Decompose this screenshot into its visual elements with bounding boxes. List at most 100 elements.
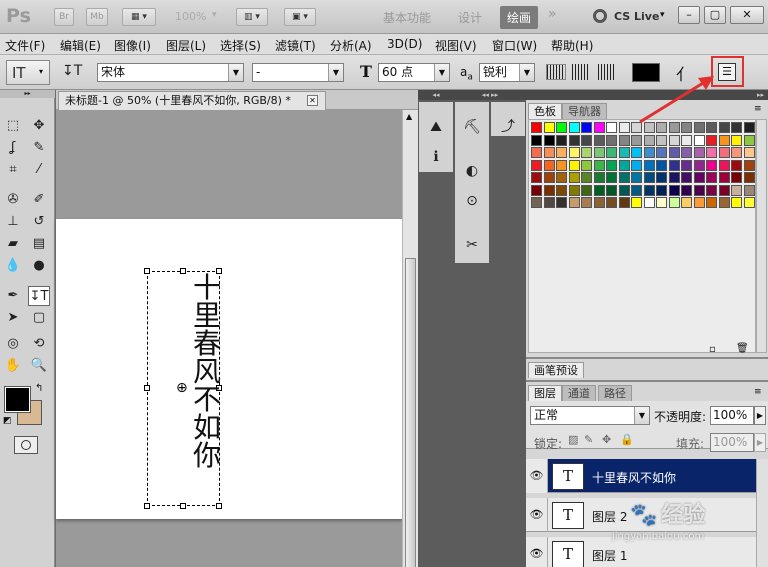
document-canvas[interactable] [56, 219, 402, 519]
swatch[interactable] [731, 122, 742, 133]
cslive-button[interactable]: CS Live [614, 10, 659, 23]
zoom-tool-icon[interactable]: 🔍 [28, 356, 50, 376]
swatch[interactable] [681, 147, 692, 158]
swatch[interactable] [581, 184, 592, 196]
arrange-documents-button[interactable]: ▥ ▾ [236, 8, 268, 26]
swatch[interactable] [668, 172, 680, 183]
swatch[interactable] [618, 184, 630, 196]
swatch[interactable] [643, 134, 655, 146]
swatch[interactable] [531, 184, 542, 196]
history-brush-tool-icon[interactable]: ↺ [28, 212, 50, 232]
3d-orbit-tool-icon[interactable]: ⟲ [28, 334, 50, 354]
swatch[interactable] [706, 134, 717, 146]
antialias-select[interactable]: 锐利 ▼ [479, 63, 535, 82]
dodge-tool-icon[interactable]: ● [28, 256, 50, 276]
layer-row[interactable]: 👁 T 十里春风不如你 [526, 459, 768, 493]
swatch[interactable] [643, 147, 655, 158]
swatch[interactable] [706, 197, 717, 208]
swatch[interactable] [593, 134, 605, 146]
swatch[interactable] [631, 172, 642, 183]
lock-image-icon[interactable]: ✎ [584, 433, 593, 446]
swatch[interactable] [718, 134, 730, 146]
workspace-essentials[interactable]: 基本功能 [383, 9, 431, 26]
lock-all-icon[interactable]: 🔒 [620, 433, 634, 446]
toggle-orientation-icon[interactable]: ↧T [62, 63, 82, 79]
brush-tool-icon[interactable]: ✐ [28, 190, 50, 210]
swatch[interactable] [643, 184, 655, 196]
swatch[interactable] [668, 147, 680, 158]
panel-menu-icon[interactable]: ≡ [754, 104, 762, 114]
swatch[interactable] [693, 134, 705, 146]
swatch[interactable] [531, 147, 542, 158]
swatch[interactable] [568, 172, 580, 183]
swatch[interactable] [568, 147, 580, 158]
menu-select[interactable]: 选择(S) [220, 37, 261, 54]
vertical-text-layer[interactable]: 十 里 春 风 不 如 你 [192, 274, 222, 470]
bbox-handle-bl[interactable] [144, 503, 150, 509]
opacity-slider-arrow[interactable]: ▶ [754, 406, 766, 425]
swatch[interactable] [568, 184, 580, 196]
tab-channels[interactable]: 通道 [562, 385, 596, 401]
swatch[interactable] [718, 147, 730, 158]
swatch[interactable] [543, 172, 555, 183]
menu-filter[interactable]: 滤镜(T) [275, 37, 316, 54]
move-tool-icon[interactable]: ✥ [28, 116, 50, 136]
more-workspaces[interactable]: » [548, 6, 557, 22]
swatch[interactable] [631, 184, 642, 196]
vertical-scrollbar[interactable]: ▲ [402, 110, 418, 567]
swatch[interactable] [731, 134, 742, 146]
swatch[interactable] [743, 134, 755, 146]
swatch[interactable] [556, 172, 567, 183]
minimize-button[interactable]: – [678, 6, 700, 24]
swatch[interactable] [718, 159, 730, 171]
swatch[interactable] [656, 134, 667, 146]
font-style-select[interactable]: - ▼ [252, 63, 344, 82]
swap-colors-icon[interactable]: ↰ [35, 383, 43, 394]
swatch[interactable] [606, 197, 617, 208]
swatch[interactable] [531, 122, 542, 133]
tab-brush-presets[interactable]: 画笔预设 [528, 362, 584, 378]
swatch[interactable] [593, 184, 605, 196]
swatch[interactable] [581, 197, 592, 208]
clone-source-icon[interactable]: ⤴ [491, 112, 525, 142]
swatch[interactable] [618, 122, 630, 133]
swatch[interactable] [568, 134, 580, 146]
swatch[interactable] [718, 172, 730, 183]
workspace-painting[interactable]: 绘画 [500, 6, 539, 29]
stamp-tool-icon[interactable]: ⊥ [2, 212, 24, 232]
swatch[interactable] [656, 184, 667, 196]
default-colors-icon[interactable]: ◩ [3, 416, 12, 426]
brush-panel-icon[interactable]: ⛏ [455, 112, 489, 142]
tab-navigator[interactable]: 导航器 [562, 103, 607, 119]
bbox-handle-br[interactable] [216, 503, 222, 509]
eye-icon[interactable]: 👁 [526, 537, 548, 567]
swatch[interactable] [743, 159, 755, 171]
swatch[interactable] [718, 184, 730, 196]
gradient-tool-icon[interactable]: ▤ [28, 234, 50, 254]
swatch[interactable] [668, 184, 680, 196]
swatch[interactable] [743, 184, 755, 196]
delete-swatch-icon[interactable]: 🗑 [736, 343, 749, 354]
screen-mode-button[interactable]: ▣ ▾ [284, 8, 316, 26]
swatch[interactable] [693, 147, 705, 158]
close-button[interactable]: ✕ [730, 6, 764, 24]
swatch[interactable] [531, 172, 542, 183]
swatch[interactable] [631, 159, 642, 171]
align-bottom-icon[interactable] [598, 64, 614, 80]
font-size-select[interactable]: 60 点 ▼ [378, 63, 450, 82]
menu-edit[interactable]: 编辑(E) [60, 37, 101, 54]
swatch[interactable] [556, 184, 567, 196]
font-family-select[interactable]: 宋体 ▼ [97, 63, 244, 82]
minibridge-button[interactable]: Mb [86, 8, 108, 26]
bbox-handle-ml[interactable] [144, 385, 150, 391]
camera-icon[interactable]: ⊙ [455, 186, 489, 216]
fill-slider-arrow[interactable]: ▶ [754, 433, 766, 452]
swatch[interactable] [618, 134, 630, 146]
zoom-level[interactable]: 100% [175, 10, 206, 23]
swatch[interactable] [543, 184, 555, 196]
quick-mask-button[interactable] [14, 436, 38, 454]
swatch[interactable] [568, 122, 580, 133]
swatch[interactable] [556, 197, 567, 208]
align-top-icon[interactable] [546, 64, 566, 80]
swatch[interactable] [731, 184, 742, 196]
